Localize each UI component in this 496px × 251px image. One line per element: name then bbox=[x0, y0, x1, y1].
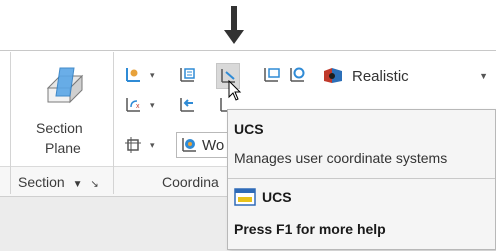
ribbon-top-border bbox=[0, 50, 496, 51]
mouse-cursor-icon bbox=[228, 79, 242, 102]
ucs-object-icon bbox=[125, 137, 141, 153]
tooltip-command-name: UCS bbox=[262, 189, 292, 205]
ucs-view-icon bbox=[290, 67, 305, 82]
visual-style-dropdown-icon[interactable]: ▼ bbox=[479, 71, 488, 81]
ucs-3point-button[interactable] bbox=[260, 64, 282, 86]
ucs-world-button[interactable] bbox=[122, 64, 144, 86]
ucs-x-button[interactable]: x bbox=[122, 94, 144, 116]
ucs-globe-icon bbox=[182, 138, 196, 152]
visual-style-combo[interactable]: Realistic ▼ bbox=[318, 63, 496, 89]
tooltip-separator bbox=[228, 178, 495, 179]
section-plane-label-line2: Plane bbox=[45, 140, 81, 156]
ucs-view-button[interactable] bbox=[286, 64, 308, 86]
section-panel-title[interactable]: Section ▼ ↘ bbox=[18, 174, 99, 190]
ucs-3point-icon bbox=[264, 68, 280, 82]
ucs-named-icon bbox=[180, 68, 195, 82]
ucs-previous-button[interactable] bbox=[176, 94, 198, 116]
section-panel-launcher-icon[interactable]: ↘ bbox=[90, 179, 98, 190]
ucs-command-icon bbox=[234, 188, 256, 206]
ucs-object-dropdown-icon[interactable]: ▾ bbox=[150, 140, 155, 151]
ucs-object-button[interactable] bbox=[122, 134, 144, 156]
visual-style-value: Realistic bbox=[352, 67, 409, 85]
section-plane-label-line1: Section bbox=[36, 120, 83, 136]
ucs-x-icon: x bbox=[126, 98, 140, 112]
svg-text:x: x bbox=[136, 103, 140, 110]
down-arrow-indicator-icon bbox=[222, 6, 246, 46]
ucs-x-dropdown-icon[interactable]: ▾ bbox=[150, 100, 155, 111]
ucs-world-dropdown-icon[interactable]: ▾ bbox=[150, 70, 155, 81]
panel-separator-left bbox=[10, 52, 11, 194]
realistic-style-icon bbox=[324, 68, 342, 83]
panel-separator-section bbox=[113, 52, 114, 194]
ucs-named-combo-value: Wo bbox=[202, 136, 225, 154]
section-panel-expand-icon[interactable]: ▼ bbox=[73, 179, 83, 190]
section-plane-button[interactable]: Section Plane bbox=[28, 60, 100, 160]
tooltip-title: UCS bbox=[234, 121, 264, 137]
tooltip-description: Manages user coordinate systems bbox=[234, 150, 448, 166]
section-plane-icon bbox=[42, 62, 86, 106]
tooltip-help-text: Press F1 for more help bbox=[234, 221, 386, 237]
section-panel-title-text: Section bbox=[18, 174, 65, 190]
coordinates-panel-title[interactable]: Coordina bbox=[162, 174, 219, 190]
ucs-previous-icon bbox=[180, 98, 194, 112]
ucs-named-button[interactable] bbox=[176, 64, 198, 86]
ucs-tooltip: UCS Manages user coordinate systems UCS … bbox=[227, 109, 496, 250]
ucs-world-icon bbox=[126, 68, 140, 82]
